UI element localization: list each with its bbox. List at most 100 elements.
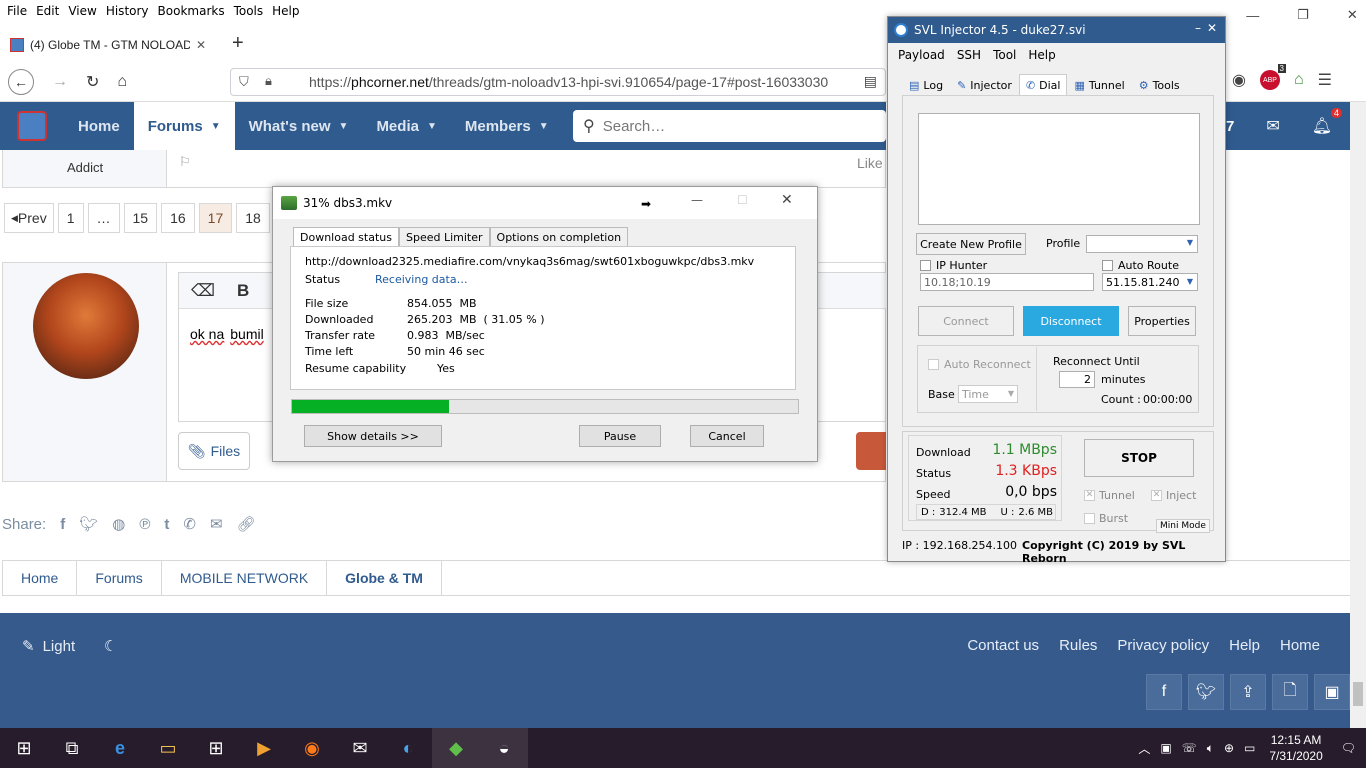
moon-icon[interactable]: ☾ bbox=[104, 637, 117, 655]
svl-menu-payload[interactable]: Payload bbox=[898, 48, 945, 62]
file-explorer-icon[interactable]: ▭ bbox=[144, 728, 192, 768]
svl-tab-log[interactable]: ▤ Log bbox=[902, 74, 950, 96]
footer-home-link[interactable]: Home bbox=[1280, 637, 1320, 654]
email-icon[interactable]: ✉ bbox=[210, 515, 223, 533]
idm-taskbar-icon[interactable]: ◆ bbox=[432, 728, 480, 768]
pause-button[interactable]: Pause bbox=[579, 425, 661, 447]
restore-icon[interactable]: ❐ bbox=[1297, 7, 1309, 23]
store-icon[interactable]: ⊞ bbox=[192, 728, 240, 768]
mini-mode-button[interactable]: Mini Mode bbox=[1156, 519, 1210, 533]
menu-file[interactable]: File bbox=[7, 4, 27, 18]
bold-icon[interactable]: B bbox=[237, 281, 249, 301]
pinterest-icon[interactable]: ℗ bbox=[139, 516, 150, 533]
app-taskbar-icon[interactable]: ◒ bbox=[480, 728, 528, 768]
auto-route-select[interactable]: 51.15.81.240 ▼ bbox=[1102, 273, 1198, 291]
edge-icon[interactable]: e bbox=[96, 728, 144, 768]
tunnel-checkbox[interactable]: ✕ Tunnel bbox=[1084, 489, 1135, 502]
alerts-icon[interactable]: 🔔︎ 4 bbox=[1312, 108, 1343, 136]
nav-whats-new[interactable]: What's new ▼ bbox=[235, 102, 363, 150]
menu-history[interactable]: History bbox=[106, 4, 149, 18]
post-reply-button[interactable] bbox=[856, 432, 886, 470]
base-select[interactable]: Time ▼ bbox=[958, 385, 1018, 403]
hamburger-menu-icon[interactable]: ☰ bbox=[1318, 70, 1332, 90]
firefox-icon[interactable]: ◉ bbox=[288, 728, 336, 768]
page-link[interactable]: 1 bbox=[57, 203, 84, 233]
volume-icon[interactable]: 🔈︎ bbox=[1207, 741, 1214, 756]
twitter-icon[interactable]: 🐦︎ bbox=[79, 515, 98, 533]
breadcrumb-mobile-network[interactable]: MOBILE NETWORK bbox=[162, 561, 328, 595]
tab-options-completion[interactable]: Options on completion bbox=[489, 227, 629, 247]
mail-icon[interactable]: ✉ bbox=[336, 728, 384, 768]
menu-help[interactable]: Help bbox=[272, 4, 299, 18]
tab-close-icon[interactable]: ✕ bbox=[196, 38, 206, 52]
forum-search-input[interactable]: ⚲ Search… bbox=[573, 110, 886, 142]
menu-bookmarks[interactable]: Bookmarks bbox=[158, 4, 225, 18]
task-view-icon[interactable]: ⧉ bbox=[48, 728, 96, 768]
page-link[interactable]: 16 bbox=[161, 203, 195, 233]
attach-files-button[interactable]: 📎︎ Files bbox=[178, 432, 250, 470]
tumblr-icon[interactable]: t bbox=[164, 516, 169, 533]
burst-checkbox[interactable]: Burst bbox=[1084, 512, 1128, 525]
ip-hunter-input[interactable]: 10.18;10.19 bbox=[920, 273, 1094, 291]
notifications-icon[interactable]: 🗨︎ bbox=[1341, 741, 1356, 755]
twitter-icon[interactable]: 🐦︎ bbox=[1188, 674, 1224, 710]
profile-select[interactable]: ▼ bbox=[1086, 235, 1198, 253]
start-icon[interactable]: ⊞ bbox=[0, 728, 48, 768]
inbox-icon[interactable]: ✉ bbox=[1266, 116, 1279, 136]
tab-download-status[interactable]: Download status bbox=[293, 227, 399, 247]
new-tab-icon[interactable]: + bbox=[232, 32, 244, 55]
browser-tab[interactable]: (4) Globe TM - GTM NOLOADv ✕ bbox=[0, 30, 222, 60]
minutes-input[interactable]: 2 bbox=[1059, 371, 1095, 388]
tab-speed-limiter[interactable]: Speed Limiter bbox=[398, 227, 490, 247]
close-icon[interactable]: ✕ bbox=[1207, 21, 1217, 35]
page-ellipsis[interactable]: … bbox=[87, 203, 120, 233]
svl-tab-tunnel[interactable]: ▦ Tunnel bbox=[1067, 74, 1131, 96]
reddit-icon[interactable]: ◍ bbox=[112, 515, 125, 533]
page-link[interactable]: 18 bbox=[236, 203, 270, 233]
footer-privacy-link[interactable]: Privacy policy bbox=[1117, 637, 1209, 654]
svl-tab-tools[interactable]: ⚙ Tools bbox=[1132, 74, 1187, 96]
minimize-icon[interactable]: – bbox=[1195, 21, 1201, 35]
footer-help-link[interactable]: Help bbox=[1229, 637, 1260, 654]
document-icon[interactable]: 🗋︎ bbox=[1272, 674, 1308, 710]
style-toggle-light[interactable]: ✎ Light bbox=[22, 637, 75, 656]
svl-menu-ssh[interactable]: SSH bbox=[957, 48, 981, 62]
chevron-up-icon[interactable]: ︿ bbox=[1138, 740, 1150, 757]
svl-menu-help[interactable]: Help bbox=[1028, 48, 1055, 62]
nav-forums[interactable]: Forums ▼ bbox=[133, 102, 235, 150]
abp-icon[interactable]: ABP 3 bbox=[1259, 64, 1286, 90]
nav-members[interactable]: Members ▼ bbox=[451, 102, 563, 150]
forward-icon[interactable]: → bbox=[52, 73, 68, 91]
connect-button[interactable]: Connect bbox=[918, 306, 1014, 336]
page-link-current[interactable]: 17 bbox=[198, 203, 233, 233]
image-icon[interactable]: ▣ bbox=[1314, 674, 1350, 710]
language-icon[interactable]: ⊕ bbox=[1224, 741, 1234, 755]
clock[interactable]: 12:15 AM 7/31/2020 bbox=[1269, 732, 1322, 764]
home-icon[interactable]: ⌂ bbox=[117, 73, 127, 91]
auto-reconnect-checkbox[interactable]: Auto Reconnect bbox=[928, 358, 1031, 371]
url-input[interactable]: ⛉ 🔒︎ https:// phcorner.net /threads/gtm-… bbox=[230, 68, 886, 96]
menu-tools[interactable]: Tools bbox=[234, 4, 264, 18]
facebook-icon[interactable]: f bbox=[1146, 674, 1182, 710]
breadcrumb-globe-tm[interactable]: Globe & TM bbox=[327, 561, 442, 595]
breadcrumb-forums[interactable]: Forums bbox=[77, 561, 162, 595]
stop-button[interactable]: STOP bbox=[1084, 439, 1194, 477]
flag-icon[interactable]: ⚐ bbox=[179, 154, 191, 170]
svl-tab-dial[interactable]: ✆ Dial bbox=[1018, 74, 1068, 96]
network-icon[interactable]: ☏ bbox=[1182, 741, 1197, 755]
display-icon[interactable]: ▭ bbox=[1244, 741, 1255, 755]
cancel-button[interactable]: Cancel bbox=[690, 425, 764, 447]
upload-icon[interactable]: ⇪ bbox=[1230, 674, 1266, 710]
close-icon[interactable]: ✕ bbox=[781, 192, 793, 208]
page-scrollbar[interactable] bbox=[1350, 102, 1366, 728]
extension-icon[interactable]: ⌂ bbox=[1294, 71, 1304, 89]
minimize-icon[interactable]: — bbox=[691, 193, 703, 207]
pagination-prev[interactable]: ◀ Prev bbox=[4, 203, 54, 233]
media-player-icon[interactable]: ▶ bbox=[240, 728, 288, 768]
properties-button[interactable]: Properties bbox=[1128, 306, 1196, 336]
close-icon[interactable]: ✕ bbox=[1347, 7, 1358, 23]
eraser-icon[interactable]: ⌫ bbox=[191, 281, 215, 301]
breadcrumb-home[interactable]: Home bbox=[3, 561, 78, 595]
facebook-icon[interactable]: f bbox=[60, 516, 65, 533]
ip-hunter-checkbox[interactable]: IP Hunter bbox=[920, 259, 987, 272]
